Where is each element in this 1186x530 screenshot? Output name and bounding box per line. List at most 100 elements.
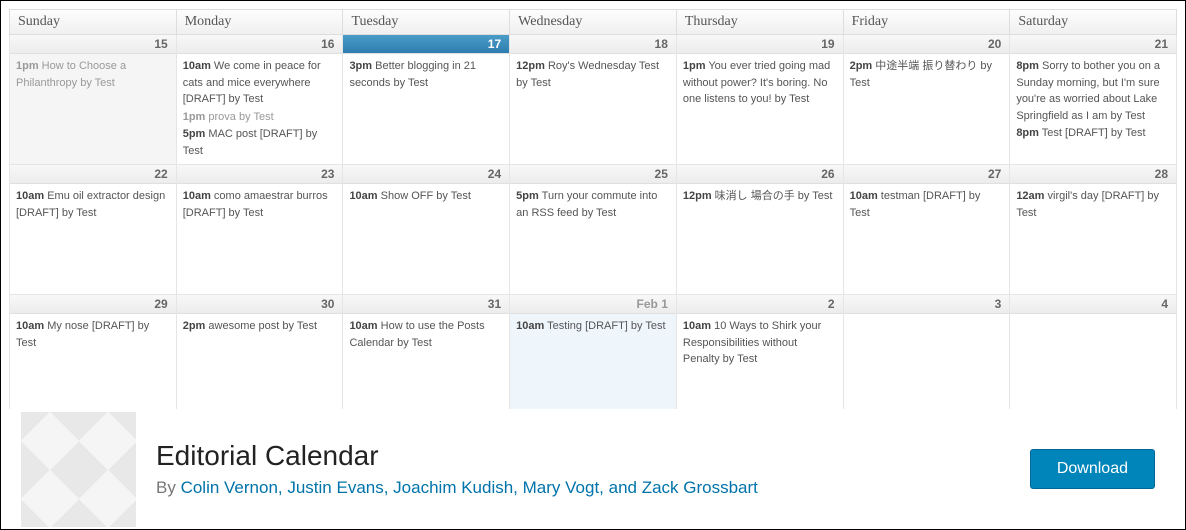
calendar-event[interactable]: 2pm awesome post by Test [183,318,337,335]
calendar-event[interactable]: 1pm prova by Test [183,109,337,126]
day-cell[interactable]: 22 10am Emu oil extractor design [DRAFT] … [9,165,176,295]
day-cell[interactable]: 3 [843,295,1010,425]
day-cell[interactable]: 2410am Show OFF by Test [342,165,509,295]
event-time: 2pm [183,320,206,332]
date-label: 3 [844,295,1010,314]
date-label: 30 [177,295,343,314]
events-list: 10am We come in peace for cats and mice … [177,54,343,164]
calendar-event[interactable]: 10am como amaestrar burros [DRAFT] by Te… [183,188,337,221]
calendar-event[interactable]: 1pm You ever tried going mad without pow… [683,58,837,108]
plugin-title: Editorial Calendar [156,440,1030,472]
events-list [1010,314,1176,322]
day-cell[interactable]: 2710am testman [DRAFT] by Test [843,165,1010,295]
date-label: 15 [10,35,176,54]
download-button[interactable]: Download [1030,449,1155,489]
day-cell[interactable]: 18 12pm Roy's Wednesday Test by Test [509,35,676,165]
by-label: By [156,478,181,497]
day-cell[interactable]: 15 1pm How to Choose a Philanthropy by Te… [9,35,176,165]
events-list [844,314,1010,322]
calendar-event[interactable]: 8pm Test [DRAFT] by Test [1016,125,1170,142]
date-label: 19 [677,35,843,54]
events-list: 12pm Roy's Wednesday Test by Test [510,54,676,96]
calendar-event[interactable]: 10am Testing [DRAFT] by Test [516,318,670,335]
events-list: 10am Testing [DRAFT] by Test [510,314,676,340]
events-list: 10am como amaestrar burros [DRAFT] by Te… [177,184,343,226]
day-cell[interactable]: 210am 10 Ways to Shirk your Responsibili… [676,295,843,425]
event-time: 12am [1016,190,1044,202]
calendar: SundayMondayTuesdayWednesdayThursdayFrid… [1,1,1185,425]
calendar-event[interactable]: 10am Emu oil extractor design [DRAFT] by… [16,188,170,221]
day-cell[interactable]: 4 [1009,295,1177,425]
day-cell[interactable]: 31 10am How to use the Posts Calendar by … [342,295,509,425]
events-list: 12pm 味消し 場合の手 by Test [677,184,843,210]
event-text: You ever tried going mad without power? … [683,60,830,105]
week-row: 22 10am Emu oil extractor design [DRAFT] … [9,165,1177,295]
event-text: 味消し 場合の手 by Test [712,190,833,202]
event-time: 8pm [1016,127,1039,139]
event-time: 12pm [683,190,712,202]
calendar-event[interactable]: 3pm Better blogging in 21 seconds by Tes… [349,58,503,91]
calendar-event[interactable]: 10am We come in peace for cats and mice … [183,58,337,108]
date-label: 22 [10,165,176,184]
calendar-event[interactable]: 12pm Roy's Wednesday Test by Test [516,58,670,91]
day-cell[interactable]: 255pm Turn your commute into an RSS feed… [509,165,676,295]
date-label: 17 [343,35,509,54]
event-time: 5pm [516,190,539,202]
day-header-friday: Friday [843,9,1010,35]
calendar-event[interactable]: 12am virgil's day [DRAFT] by Test [1016,188,1170,221]
day-cell[interactable]: 29 10am My nose [DRAFT] by Test [9,295,176,425]
week-row: 15 1pm How to Choose a Philanthropy by Te… [9,35,1177,165]
day-cell[interactable]: 218pm Sorry to bother you on a Sunday mo… [1009,35,1177,165]
day-cell[interactable]: 17 3pm Better blogging in 21 seconds by T… [342,35,509,165]
date-label: 26 [677,165,843,184]
day-header-sunday: Sunday [9,9,176,35]
calendar-event[interactable]: 5pm MAC post [DRAFT] by Test [183,126,337,159]
event-text: awesome post by Test [205,320,317,332]
plugin-footer: Editorial Calendar By Colin Vernon, Just… [1,409,1185,529]
day-header-wednesday: Wednesday [509,9,676,35]
calendar-event[interactable]: 8pm Sorry to bother you on a Sunday morn… [1016,58,1170,124]
date-label: 31 [343,295,509,314]
event-text: Show OFF by Test [378,190,471,202]
events-list: 2pm awesome post by Test [177,314,343,340]
date-label: 18 [510,35,676,54]
events-list: 8pm Sorry to bother you on a Sunday morn… [1010,54,1176,147]
day-cell[interactable]: 26 12pm 味消し 場合の手 by Test [676,165,843,295]
event-time: 1pm [16,60,39,72]
day-cell[interactable]: Feb 110am Testing [DRAFT] by Test [509,295,676,425]
events-list: 5pm Turn your commute into an RSS feed b… [510,184,676,226]
calendar-event[interactable]: 10am My nose [DRAFT] by Test [16,318,170,351]
event-time: 10am [349,190,377,202]
event-time: 10am [516,320,544,332]
event-time: 2pm [850,60,873,72]
plugin-authors-link[interactable]: Colin Vernon, Justin Evans, Joachim Kudi… [181,478,758,497]
events-list: 3pm Better blogging in 21 seconds by Tes… [343,54,509,96]
calendar-event[interactable]: 10am 10 Ways to Shirk your Responsibilit… [683,318,837,368]
day-header-saturday: Saturday [1009,9,1177,35]
calendar-event[interactable]: 2pm 中途半端 振り替わり by Test [850,58,1004,91]
event-time: 10am [16,320,44,332]
calendar-event[interactable]: 10am How to use the Posts Calendar by Te… [349,318,503,351]
events-list: 1pm How to Choose a Philanthropy by Test [10,54,176,96]
day-cell[interactable]: 202pm 中途半端 振り替わり by Test [843,35,1010,165]
event-time: 8pm [1016,60,1039,72]
events-list: 12am virgil's day [DRAFT] by Test [1010,184,1176,226]
event-time: 10am [683,320,711,332]
day-headers-row: SundayMondayTuesdayWednesdayThursdayFrid… [9,9,1177,35]
event-time: 10am [850,190,878,202]
calendar-event[interactable]: 12pm 味消し 場合の手 by Test [683,188,837,205]
day-cell[interactable]: 1610am We come in peace for cats and mic… [176,35,343,165]
date-label: 29 [10,295,176,314]
event-time: 3pm [349,60,372,72]
day-cell[interactable]: 19 1pm You ever tried going mad without p… [676,35,843,165]
calendar-event[interactable]: 10am Show OFF by Test [349,188,503,205]
plugin-author-line: By Colin Vernon, Justin Evans, Joachim K… [156,478,1030,498]
calendar-event[interactable]: 10am testman [DRAFT] by Test [850,188,1004,221]
events-list: 10am Show OFF by Test [343,184,509,210]
calendar-event[interactable]: 5pm Turn your commute into an RSS feed b… [516,188,670,221]
day-header-monday: Monday [176,9,343,35]
day-cell[interactable]: 2310am como amaestrar burros [DRAFT] by … [176,165,343,295]
day-cell[interactable]: 2812am virgil's day [DRAFT] by Test [1009,165,1177,295]
calendar-event[interactable]: 1pm How to Choose a Philanthropy by Test [16,58,170,91]
day-cell[interactable]: 30 2pm awesome post by Test [176,295,343,425]
